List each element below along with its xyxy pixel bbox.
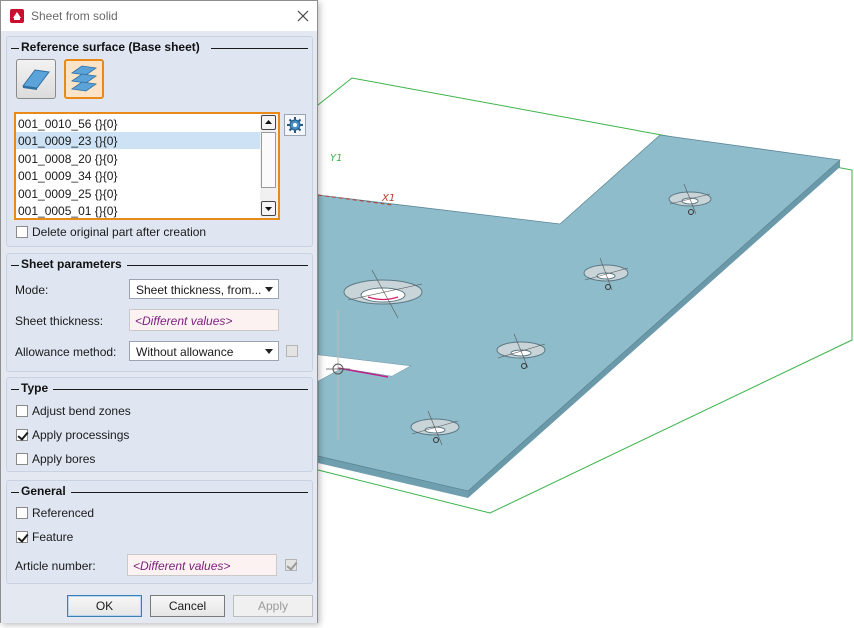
article-number-value: <Different values> bbox=[133, 559, 231, 573]
arrow-up-icon bbox=[265, 120, 272, 124]
dialog-title: Sheet from solid bbox=[31, 9, 118, 23]
feature-checkbox[interactable] bbox=[16, 531, 28, 543]
allowance-method-dropdown[interactable]: Without allowance bbox=[129, 341, 279, 361]
sheet-thickness-label: Sheet thickness: bbox=[15, 314, 104, 328]
list-item[interactable]: 001_0008_20 {}{0} bbox=[16, 150, 262, 167]
sheet-thickness-field[interactable]: <Different values> bbox=[129, 309, 279, 331]
adjust-bend-zones-label: Adjust bend zones bbox=[32, 404, 131, 418]
list-scrollbar[interactable] bbox=[260, 114, 278, 218]
list-item-selected[interactable]: 001_0009_23 {}{0} bbox=[16, 132, 262, 149]
reference-surface-list[interactable]: 001_0010_56 {}{0} 001_0009_23 {}{0} 001_… bbox=[14, 112, 280, 220]
apply-bores-label: Apply bores bbox=[32, 452, 96, 466]
scroll-thumb[interactable] bbox=[261, 132, 276, 188]
feature-label: Feature bbox=[32, 530, 74, 544]
allowance-method-label: Allowance method: bbox=[15, 345, 117, 359]
app-logo-icon bbox=[10, 9, 24, 23]
group-title-general: General bbox=[21, 484, 66, 498]
referenced-checkbox[interactable] bbox=[16, 507, 28, 519]
apply-processings-checkbox[interactable] bbox=[16, 429, 28, 441]
allowance-checkbox[interactable] bbox=[286, 345, 298, 357]
adjust-bend-zones-checkbox[interactable] bbox=[16, 405, 28, 417]
article-number-checkbox[interactable] bbox=[285, 559, 297, 571]
apply-bores-checkbox[interactable] bbox=[16, 453, 28, 465]
mode-value: Sheet thickness, from... bbox=[136, 283, 262, 297]
scroll-up-button[interactable] bbox=[261, 115, 276, 130]
group-general: General Referenced Feature Article numbe… bbox=[6, 480, 313, 584]
title-bar[interactable]: Sheet from solid bbox=[1, 1, 317, 31]
delete-original-checkbox[interactable] bbox=[16, 226, 28, 238]
chevron-down-icon bbox=[265, 349, 273, 354]
article-number-field[interactable]: <Different values> bbox=[127, 554, 277, 576]
group-title-reference-surface: Reference surface (Base sheet) bbox=[21, 40, 200, 54]
article-number-label: Article number: bbox=[15, 559, 96, 573]
scroll-down-button[interactable] bbox=[261, 201, 276, 216]
multiple-surfaces-toggle-button[interactable] bbox=[64, 59, 104, 99]
axis-x-label: X1 bbox=[381, 193, 395, 204]
delete-original-label: Delete original part after creation bbox=[32, 225, 207, 239]
allowance-method-value: Without allowance bbox=[136, 345, 234, 359]
sheet-thickness-value: <Different values> bbox=[135, 314, 233, 328]
ok-button[interactable]: OK bbox=[67, 595, 142, 617]
group-title-sheet-parameters: Sheet parameters bbox=[21, 257, 122, 271]
apply-processings-label: Apply processings bbox=[32, 428, 130, 442]
cancel-button[interactable]: Cancel bbox=[150, 595, 225, 617]
list-item[interactable]: 001_0009_25 {}{0} bbox=[16, 185, 262, 202]
stacked-sheets-icon bbox=[70, 65, 98, 92]
apply-button[interactable]: Apply bbox=[233, 595, 313, 617]
referenced-label: Referenced bbox=[32, 506, 95, 520]
settings-button[interactable] bbox=[284, 114, 306, 136]
group-reference-surface: Reference surface (Base sheet) 001_0010_… bbox=[6, 36, 313, 247]
list-item[interactable]: 001_0009_34 {}{0} bbox=[16, 167, 262, 184]
close-icon bbox=[297, 10, 309, 22]
mode-dropdown[interactable]: Sheet thickness, from... bbox=[129, 279, 279, 299]
gear-icon bbox=[287, 117, 303, 133]
dialog-body: Reference surface (Base sheet) 001_0010_… bbox=[1, 31, 317, 623]
group-title-type: Type bbox=[21, 381, 49, 395]
group-header: Reference surface (Base sheet) bbox=[7, 37, 312, 55]
axis-y-label: Y1 bbox=[330, 153, 342, 164]
sheet-top-surface bbox=[317, 134, 841, 492]
list-item[interactable]: 001_0010_56 {}{0} bbox=[16, 115, 262, 132]
close-button[interactable] bbox=[293, 6, 313, 26]
list-item[interactable]: 001_0005_01 {}{0} bbox=[16, 202, 262, 218]
mode-label: Mode: bbox=[15, 283, 49, 297]
group-type: Type Adjust bend zones Apply processings… bbox=[6, 377, 313, 472]
arrow-down-icon bbox=[265, 207, 272, 211]
single-surface-toggle-button[interactable] bbox=[16, 59, 56, 99]
sheet-from-solid-dialog: Sheet from solid Reference surface (Base… bbox=[0, 0, 318, 623]
group-sheet-parameters: Sheet parameters Mode: Sheet thickness, … bbox=[6, 253, 313, 372]
chevron-down-icon bbox=[265, 287, 273, 292]
single-sheet-icon bbox=[22, 69, 50, 90]
